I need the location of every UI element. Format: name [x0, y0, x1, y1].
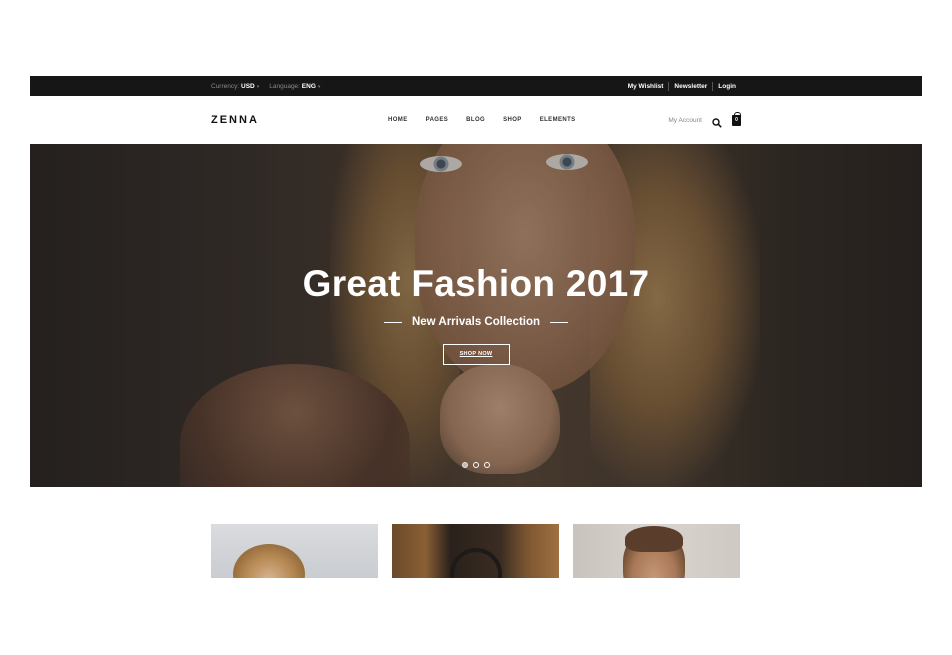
- divider-line: [383, 321, 402, 323]
- language-selector[interactable]: Language: ENG ▾: [269, 83, 320, 90]
- shopping-bag-icon[interactable]: 0: [732, 111, 741, 126]
- hero-subtitle-row: New Arrivals Collection: [30, 316, 922, 328]
- language-value: ENG: [301, 82, 316, 90]
- category-banners: [211, 524, 740, 578]
- my-account-link[interactable]: My Account: [668, 117, 702, 124]
- website: Currency: USD ▾ Language: ENG ▾ My Wishlis…: [30, 76, 922, 578]
- currency-label: Currency:: [211, 82, 240, 90]
- handbag-image: [450, 548, 502, 578]
- slider-dots: [30, 462, 922, 468]
- hero-title: Great Fashion 2017: [302, 263, 650, 304]
- cart-count: 0: [735, 117, 738, 123]
- top-bar: Currency: USD ▾ Language: ENG ▾ My Wishlis…: [30, 76, 922, 96]
- top-bar-links: My Wishlist Newsletter Login: [623, 81, 741, 91]
- banner-man[interactable]: [573, 524, 740, 578]
- divider-line: [550, 321, 569, 323]
- woman-portrait-image: [233, 544, 305, 578]
- currency-selector[interactable]: Currency: USD ▾: [211, 83, 259, 90]
- slider-dot-1[interactable]: [462, 462, 468, 468]
- banner-handbag[interactable]: [392, 524, 559, 578]
- banner-woman[interactable]: [211, 524, 378, 578]
- search-icon[interactable]: [712, 115, 722, 128]
- hero-subtitle: New Arrivals Collection: [411, 316, 541, 328]
- main-nav: HOME PAGES BLOG SHOP ELEMENTS: [388, 96, 576, 144]
- hero-content: Great Fashion 2017 New Arrivals Collecti…: [30, 262, 922, 365]
- newsletter-link[interactable]: Newsletter: [668, 81, 712, 91]
- chevron-down-icon: ▾: [317, 83, 321, 90]
- nav-item-pages[interactable]: PAGES: [426, 117, 449, 123]
- currency-value: USD: [241, 82, 255, 90]
- nav-item-blog[interactable]: BLOG: [466, 117, 485, 123]
- site-logo[interactable]: ZENNA: [211, 114, 259, 126]
- nav-item-shop[interactable]: SHOP: [503, 117, 522, 123]
- shop-now-button[interactable]: SHOP NOW: [442, 344, 510, 365]
- slider-dot-2[interactable]: [473, 462, 479, 468]
- language-label: Language:: [269, 82, 300, 90]
- chevron-down-icon: ▾: [256, 83, 260, 90]
- site-header: ZENNA HOME PAGES BLOG SHOP ELEMENTS My A…: [30, 96, 922, 144]
- wishlist-link[interactable]: My Wishlist: [623, 82, 669, 91]
- header-actions: My Account 0: [668, 96, 741, 144]
- man-hair-image: [625, 526, 683, 552]
- nav-item-home[interactable]: HOME: [388, 117, 408, 123]
- slider-dot-3[interactable]: [484, 462, 490, 468]
- hero-slider: Great Fashion 2017 New Arrivals Collecti…: [30, 144, 922, 487]
- nav-item-elements[interactable]: ELEMENTS: [540, 117, 576, 123]
- login-link[interactable]: Login: [712, 81, 741, 91]
- top-bar-options: Currency: USD ▾ Language: ENG ▾: [211, 83, 320, 90]
